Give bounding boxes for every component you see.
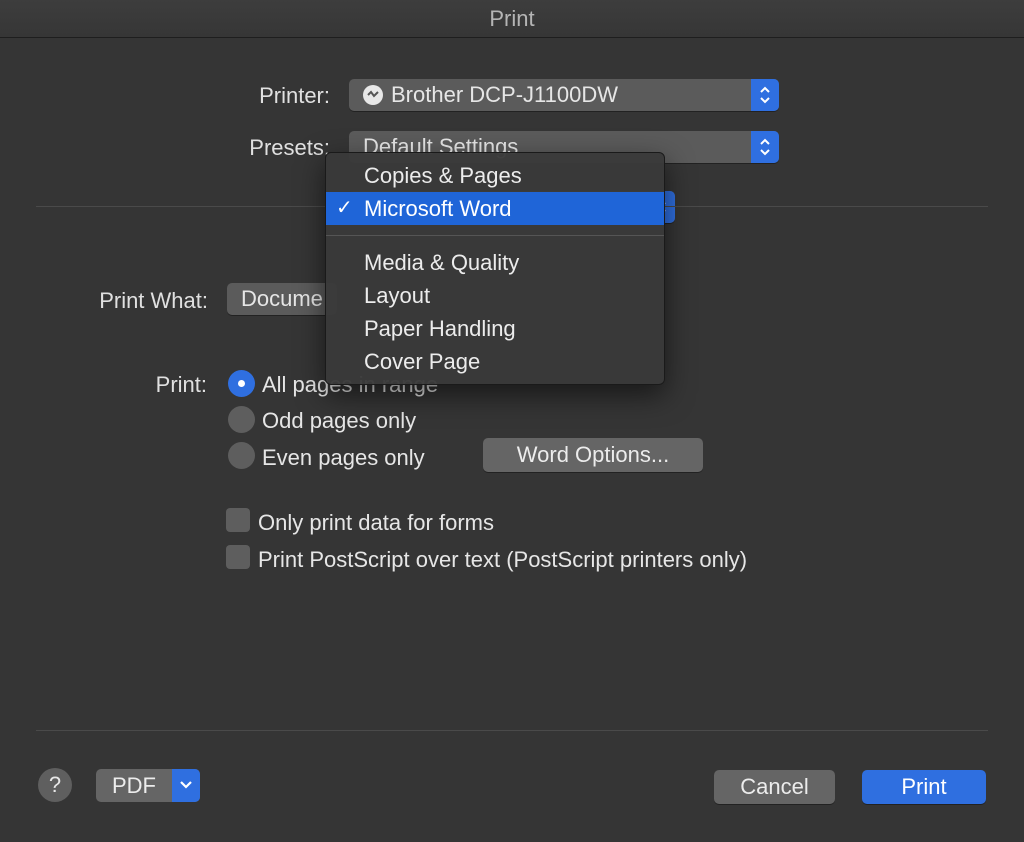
printer-icon xyxy=(363,85,383,105)
panel-dropdown-menu: Copies & Pages ✓ Microsoft Word Media & … xyxy=(325,152,665,385)
menu-item-copies-pages[interactable]: Copies & Pages xyxy=(326,159,664,192)
menu-separator xyxy=(326,235,664,236)
menu-item-paper-handling[interactable]: Paper Handling xyxy=(326,312,664,345)
cancel-button[interactable]: Cancel xyxy=(714,770,835,804)
print-what-popup[interactable]: Docume xyxy=(227,283,337,315)
pdf-label: PDF xyxy=(112,773,156,798)
radio-even-pages[interactable] xyxy=(228,442,255,469)
menu-item-layout[interactable]: Layout xyxy=(326,279,664,312)
separator xyxy=(36,730,988,731)
printer-label: Printer: xyxy=(259,83,330,108)
checkbox-forms-data-label: Only print data for forms xyxy=(258,510,494,535)
print-what-label: Print What: xyxy=(99,288,208,313)
presets-label: Presets: xyxy=(249,135,330,160)
menu-item-label: Media & Quality xyxy=(364,250,520,275)
window-title: Print xyxy=(0,0,1024,38)
print-button[interactable]: Print xyxy=(862,770,986,804)
radio-odd-pages-label: Odd pages only xyxy=(262,408,417,433)
printer-value: Brother DCP-J1100DW xyxy=(391,82,618,107)
menu-item-label: Paper Handling xyxy=(364,316,516,341)
printer-popup[interactable]: Brother DCP-J1100DW xyxy=(349,79,779,111)
checkbox-postscript[interactable] xyxy=(226,545,250,569)
checkbox-postscript-label: Print PostScript over text (PostScript p… xyxy=(258,547,748,572)
pdf-menu-button[interactable]: PDF xyxy=(96,769,200,802)
print-range-label: Print: xyxy=(155,372,207,397)
radio-even-pages-label: Even pages only xyxy=(262,445,425,470)
menu-item-label: Microsoft Word xyxy=(364,196,512,221)
stepper-icon xyxy=(751,131,779,163)
checkmark-icon: ✓ xyxy=(336,197,353,219)
word-options-button[interactable]: Word Options... xyxy=(483,438,703,472)
help-button[interactable]: ? xyxy=(38,768,72,802)
menu-item-media-quality[interactable]: Media & Quality xyxy=(326,246,664,279)
menu-item-cover-page[interactable]: Cover Page xyxy=(326,345,664,378)
menu-item-microsoft-word[interactable]: ✓ Microsoft Word xyxy=(326,192,664,225)
print-what-value: Docume xyxy=(241,286,323,311)
radio-all-pages[interactable] xyxy=(228,370,255,397)
checkbox-forms-data[interactable] xyxy=(226,508,250,532)
stepper-icon xyxy=(751,79,779,111)
chevron-down-icon[interactable] xyxy=(172,769,200,802)
menu-item-label: Cover Page xyxy=(364,349,481,374)
radio-odd-pages[interactable] xyxy=(228,406,255,433)
menu-item-label: Copies & Pages xyxy=(364,163,522,188)
print-dialog: Print Printer: Brother DCP-J1100DW Prese… xyxy=(0,0,1024,842)
menu-item-label: Layout xyxy=(364,283,431,308)
